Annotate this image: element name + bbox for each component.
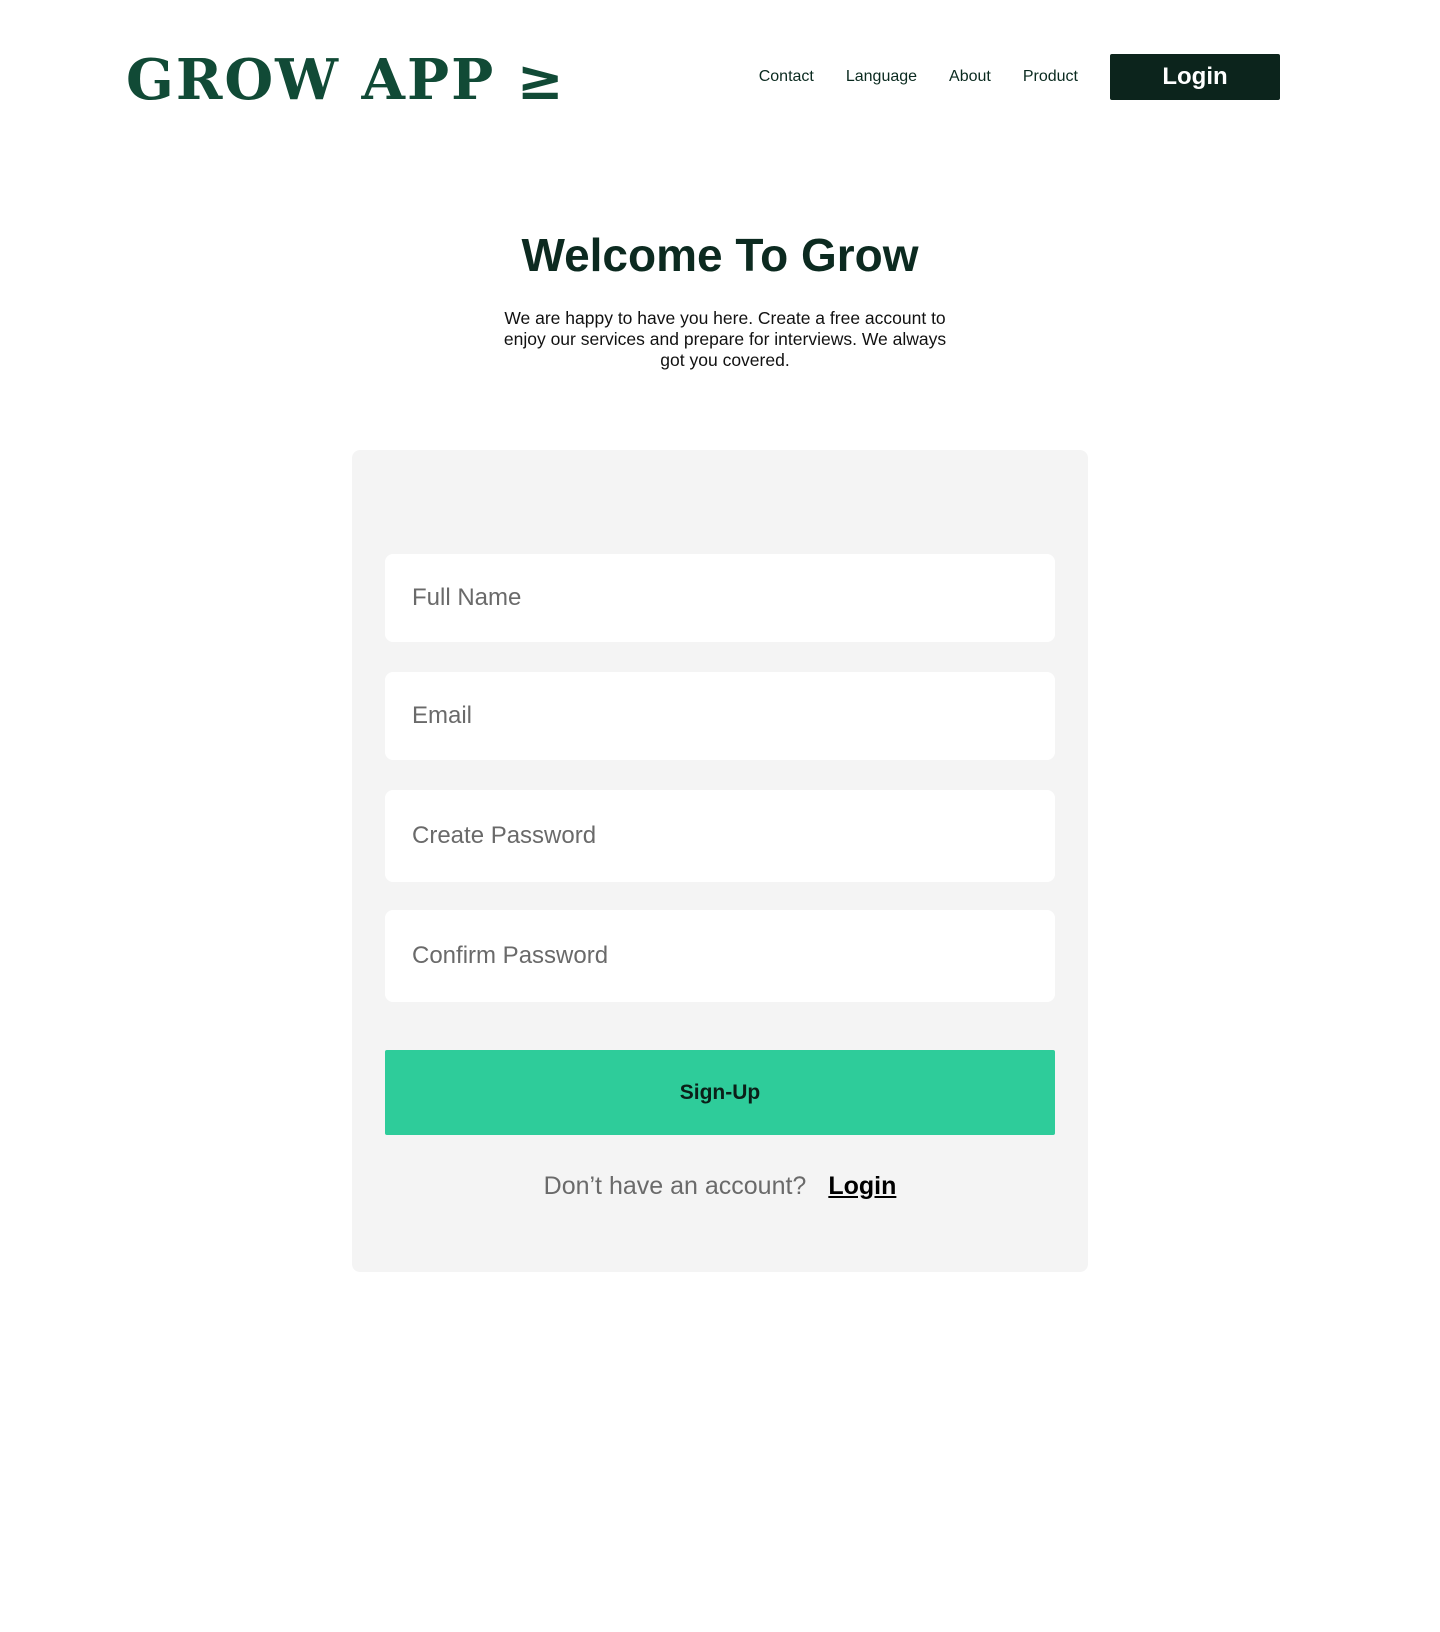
signup-button[interactable]: Sign-Up [385, 1050, 1055, 1135]
confirm-password-field-wrapper [385, 910, 1055, 1002]
top-nav: Contact Language About Product Login [759, 54, 1280, 100]
create-password-input[interactable] [385, 790, 1055, 882]
signup-card: Sign-Up Don’t have an account? Login [352, 450, 1088, 1272]
nav-language-link[interactable]: Language [846, 54, 917, 100]
login-link[interactable]: Login [828, 1172, 896, 1200]
header-login-button[interactable]: Login [1110, 54, 1280, 100]
account-prompt: Don’t have an account? Login [352, 1172, 1088, 1201]
nav-contact-link[interactable]: Contact [759, 54, 814, 100]
full-name-field-wrapper [385, 554, 1055, 642]
confirm-password-input[interactable] [385, 910, 1055, 1002]
page-title: Welcome To Grow [521, 229, 919, 281]
email-input[interactable] [385, 672, 1055, 760]
nav-product-link[interactable]: Product [1023, 54, 1078, 100]
app-logo[interactable]: GROW APP ≥ [126, 48, 566, 112]
full-name-input[interactable] [385, 554, 1055, 642]
nav-about-link[interactable]: About [949, 54, 991, 100]
page-subtitle: We are happy to have you here. Create a … [503, 308, 947, 370]
create-password-field-wrapper [385, 790, 1055, 882]
account-question-text: Don’t have an account? [543, 1172, 807, 1200]
email-field-wrapper [385, 672, 1055, 760]
